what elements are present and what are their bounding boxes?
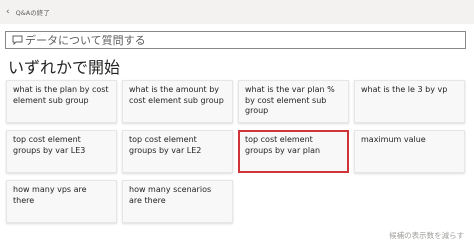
chevron-left-icon: ‹: [6, 7, 10, 17]
suggestion-card[interactable]: maximum value: [354, 130, 465, 173]
suggestion-card[interactable]: top cost element groups by var LE3: [6, 130, 117, 173]
chat-question-icon: [9, 35, 25, 45]
suggestion-card[interactable]: what is the var plan % by cost element s…: [238, 80, 349, 123]
question-input[interactable]: データについて質問する: [5, 31, 466, 49]
suggestion-card[interactable]: what is the le 3 by vp: [354, 80, 465, 123]
suggestion-card[interactable]: what is the plan by cost element sub gro…: [6, 80, 117, 123]
exit-qa-label: Q&Aの終了: [15, 9, 50, 17]
page-title: いずれかで開始: [8, 58, 121, 77]
suggestion-card[interactable]: how many vps are there: [6, 180, 117, 223]
top-bar: ‹ Q&Aの終了: [0, 0, 474, 24]
exit-qa-button[interactable]: ‹ Q&Aの終了: [6, 5, 50, 19]
suggestion-card[interactable]: how many scenarios are there: [122, 180, 233, 223]
suggestion-card-selected[interactable]: top cost element groups by var plan: [238, 130, 349, 173]
suggestion-card[interactable]: what is the amount by cost element sub g…: [122, 80, 233, 123]
show-fewer-suggestions-link[interactable]: 候補の表示数を減らす: [389, 230, 464, 241]
suggestion-card[interactable]: top cost element groups by var LE2: [122, 130, 233, 173]
question-placeholder: データについて質問する: [25, 34, 146, 47]
